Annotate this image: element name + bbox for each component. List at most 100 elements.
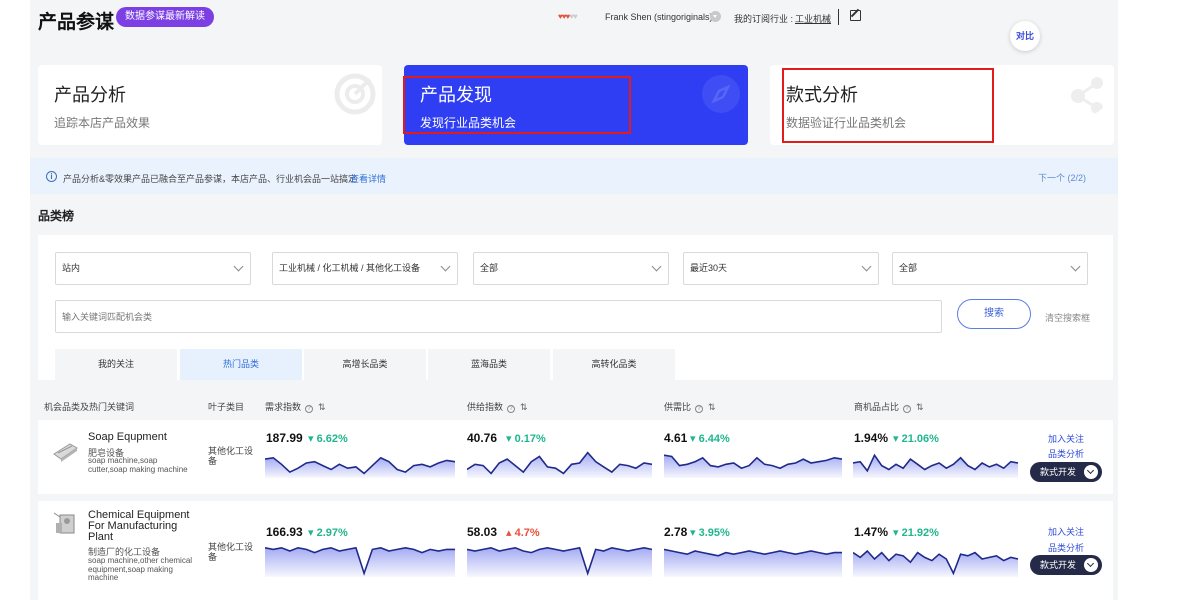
demand-change: ▾ 2.97%: [308, 527, 348, 539]
section-title: 品类榜: [38, 209, 75, 223]
sparkline-area: [467, 547, 652, 577]
heart-icon: ♥: [573, 12, 578, 21]
sparkline-area: [853, 551, 1018, 577]
table-row: Chemical Equipment For Manufacturing Pla…: [38, 501, 1113, 600]
style-develop-button[interactable]: 款式开发: [1030, 462, 1102, 482]
next-pager[interactable]: 下一个 (2/2): [1038, 171, 1086, 184]
follow-link[interactable]: 加入关注: [1048, 525, 1084, 538]
tab-hot-categories[interactable]: 热门品类: [180, 349, 302, 380]
industry-label: 我的订阅行业 :: [734, 14, 794, 24]
sort-icon[interactable]: ⇅: [708, 402, 716, 412]
keyword-input[interactable]: [55, 300, 942, 333]
col-demand[interactable]: 需求指数? ⇅: [265, 400, 326, 413]
clear-search-button[interactable]: 清空搜索框: [1045, 311, 1090, 324]
card-product-analysis[interactable]: 产品分析 追踪本店产品效果: [38, 65, 382, 145]
card-title: 产品分析: [54, 85, 126, 105]
demand-sparkline: [265, 456, 455, 478]
info-icon: i: [46, 171, 57, 182]
product-thumbnail: [53, 512, 75, 534]
col-supply[interactable]: 供给指数? ⇅: [467, 400, 528, 413]
ratio-change: ▾ 6.44%: [690, 433, 730, 445]
share-value: 1.94%: [854, 431, 889, 445]
ratio-sparkline: [664, 454, 842, 478]
trend-arrow-icon: ▾: [690, 433, 699, 445]
help-icon[interactable]: ?: [695, 405, 704, 413]
sort-icon[interactable]: ⇅: [520, 402, 528, 412]
highlight-box: [782, 68, 994, 143]
style-develop-button[interactable]: 款式开发: [1030, 555, 1102, 575]
app-window: 产品参谋 数据参谋最新解读 ♥♥♥♥♥ Frank Shen (stingori…: [30, 0, 1118, 600]
info-bar: i 产品分析&零效果产品已融合至产品参谋，本店产品、行业机会品一站搞定 查看详情…: [30, 158, 1118, 194]
ratio-value: 2.78: [664, 525, 688, 539]
chevron-down-icon[interactable]: [710, 11, 721, 22]
type-value: 全部: [480, 263, 499, 273]
tab-high-conversion[interactable]: 高转化品类: [553, 349, 675, 380]
share-icon: [1071, 77, 1103, 114]
category-select[interactable]: 工业机械 / 化工机械 / 其他化工设备: [272, 252, 458, 285]
share-value: 1.47%: [854, 525, 889, 539]
sort-icon[interactable]: ⇅: [318, 402, 326, 412]
site-value: 站内: [62, 263, 81, 273]
info-text: 产品分析&零效果产品已融合至产品参谋，本店产品、行业机会品一站搞定: [63, 174, 358, 184]
tab-my-follow[interactable]: 我的关注: [55, 349, 177, 380]
col-category: 机会品类及热门关键词: [44, 402, 135, 412]
category-analysis-link[interactable]: 品类分析: [1048, 447, 1084, 460]
leaf-category: 其他化工设备: [208, 446, 254, 466]
table-row: Soap Equpment 肥皂设备 soap machine,soap cut…: [38, 420, 1113, 494]
share-change: ▾ 21.06%: [893, 433, 939, 445]
tab-high-growth[interactable]: 高增长品类: [304, 349, 426, 380]
product-keywords: soap machine,soap cutter,soap making mac…: [88, 456, 188, 474]
chevron-down-icon: [1084, 558, 1098, 572]
chevron-down-icon: [861, 261, 872, 272]
period-select[interactable]: 最近30天: [683, 252, 879, 285]
demand-value: 166.93: [266, 525, 303, 539]
sparkline-area: [265, 457, 455, 478]
industry-link[interactable]: 工业机械: [795, 12, 831, 25]
product-thumbnail: [53, 443, 78, 462]
page-title: 产品参谋: [38, 12, 115, 33]
category-analysis-link[interactable]: 品类分析: [1048, 541, 1084, 554]
product-name[interactable]: Soap Equpment: [88, 432, 167, 443]
search-button[interactable]: 搜索: [957, 299, 1031, 329]
category-value: 工业机械 / 化工机械 / 其他化工设备: [279, 263, 421, 273]
trend-arrow-icon: ▾: [690, 527, 699, 539]
card-subtitle: 追踪本店产品效果: [54, 116, 151, 130]
chevron-down-icon: [233, 261, 244, 272]
compare-button[interactable]: 对比: [1010, 21, 1040, 51]
col-share[interactable]: 商机品占比? ⇅: [854, 400, 924, 413]
chevron-down-icon: [651, 261, 662, 272]
site-select[interactable]: 站内: [55, 252, 251, 285]
supply-change: ▴ 4.7%: [506, 527, 540, 539]
table-header: 机会品类及热门关键词 叶子类目 需求指数? ⇅ 供给指数? ⇅ 供需比? ⇅ 商机品占…: [30, 390, 1118, 420]
sort-icon[interactable]: ⇅: [916, 402, 924, 412]
col-leaf: 叶子类目: [208, 402, 245, 412]
trend-arrow-icon: ▾: [308, 433, 317, 445]
tab-blue-ocean[interactable]: 蓝海品类: [428, 349, 550, 380]
supply-value: 40.76: [467, 431, 498, 445]
type-select[interactable]: 全部: [473, 252, 669, 285]
user-name[interactable]: Frank Shen (stingoriginals): [605, 12, 713, 22]
ratio-sparkline: [664, 548, 842, 577]
scope-value: 全部: [899, 263, 918, 273]
product-name[interactable]: Chemical Equipment For Manufacturing Pla…: [88, 510, 200, 543]
demand-sparkline: [265, 546, 455, 577]
help-icon[interactable]: ?: [507, 405, 516, 413]
chevron-down-icon: [440, 261, 451, 272]
period-value: 最近30天: [690, 263, 728, 273]
help-icon[interactable]: ?: [305, 405, 314, 413]
supply-change: ▾ 0.17%: [506, 433, 546, 445]
edit-icon[interactable]: [850, 10, 861, 21]
help-icon[interactable]: ?: [903, 405, 912, 413]
view-details-link[interactable]: 查看详情: [350, 172, 386, 185]
share-sparkline: [853, 549, 1018, 577]
ratio-change: ▾ 3.95%: [690, 527, 730, 539]
follow-link[interactable]: 加入关注: [1048, 432, 1084, 445]
product-keywords: soap machine,other chemical equipment,so…: [88, 556, 193, 582]
leaf-category: 其他化工设备: [208, 542, 254, 562]
share-sparkline: [853, 453, 1018, 478]
col-ratio[interactable]: 供需比? ⇅: [664, 400, 716, 413]
news-badge[interactable]: 数据参谋最新解读: [116, 7, 214, 27]
scope-select[interactable]: 全部: [892, 252, 1088, 285]
demand-value: 187.99: [266, 431, 303, 445]
demand-change: ▾ 6.62%: [308, 433, 348, 445]
